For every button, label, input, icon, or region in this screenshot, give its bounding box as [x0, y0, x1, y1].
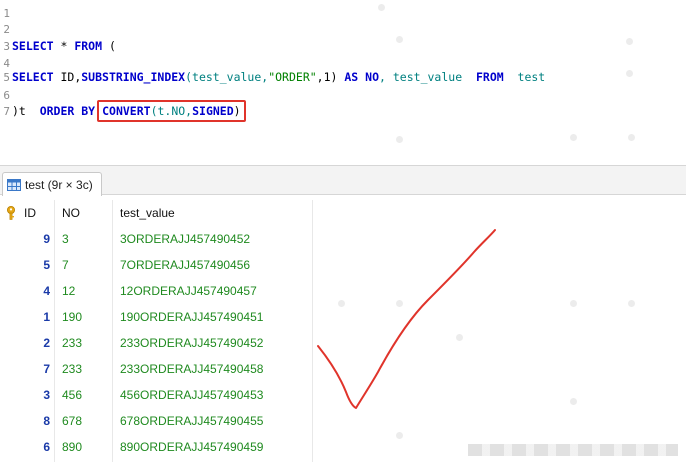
watermark-blur — [468, 444, 678, 456]
checkmark-icon — [317, 229, 496, 409]
